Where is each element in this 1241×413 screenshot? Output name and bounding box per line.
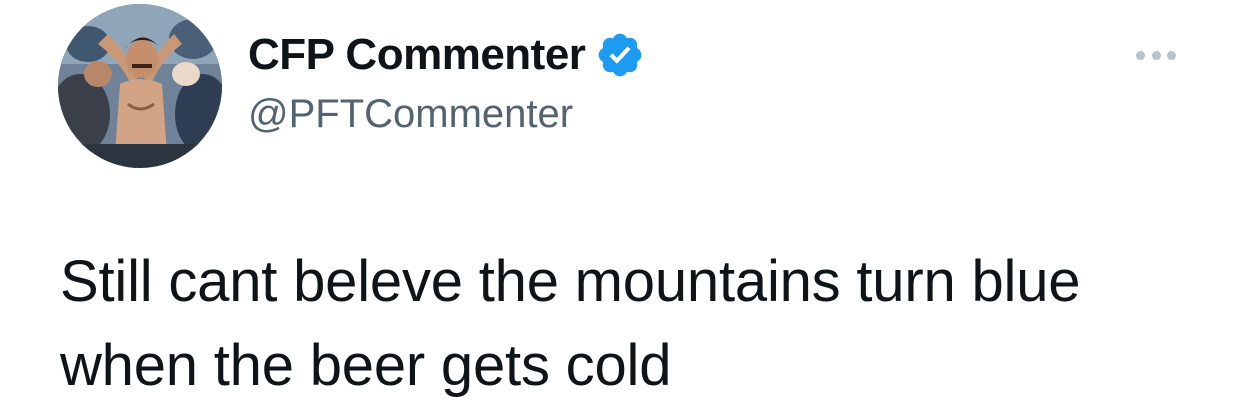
tweet-text: Still cant beleve the mountains turn blu… xyxy=(60,249,1081,398)
author-display-name[interactable]: CFP Commenter xyxy=(248,30,586,80)
more-options-button[interactable] xyxy=(1128,40,1184,70)
avatar-image xyxy=(58,4,222,168)
verified-badge-icon xyxy=(595,30,645,80)
author-handle[interactable]: @PFTCommenter xyxy=(248,92,645,137)
tweet-header: CFP Commenter @PFTCommenter xyxy=(248,26,645,137)
more-options-icon xyxy=(1136,50,1176,60)
tweet-card[interactable]: CFP Commenter @PFTCommenter Still cant b… xyxy=(0,0,1241,413)
author-name-row: CFP Commenter xyxy=(248,26,645,84)
author-avatar[interactable] xyxy=(58,4,222,168)
